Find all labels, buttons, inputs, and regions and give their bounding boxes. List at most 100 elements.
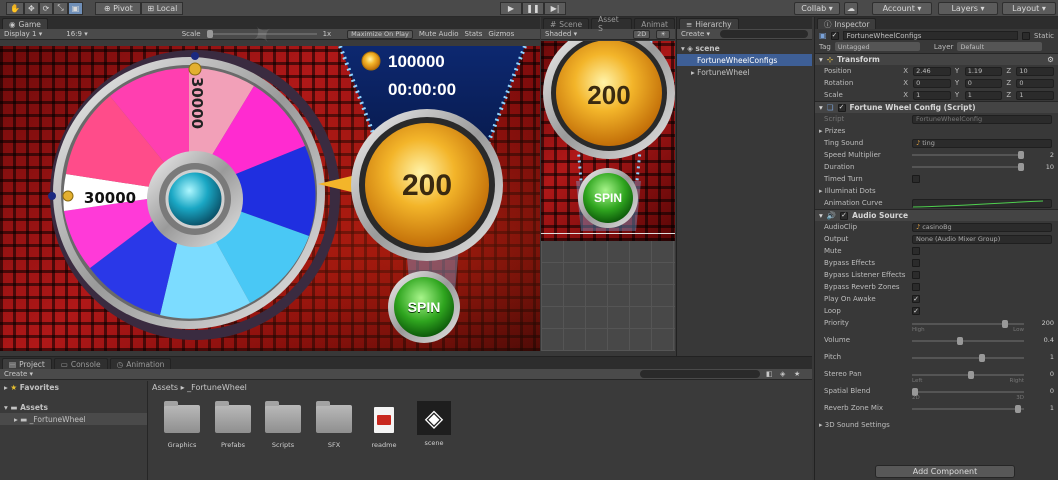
audio-slider-value[interactable]: 0 [1028,370,1054,378]
duration-value[interactable]: 10 [1028,163,1054,171]
wheel-hub-button[interactable] [165,169,225,229]
tab-animation[interactable]: ◷ Animation [109,358,172,369]
pause-icon[interactable]: ❚❚ [522,1,544,15]
account-dropdown[interactable]: Account ▾ [872,1,932,15]
display-dropdown[interactable]: Display 1 ▾ [4,30,42,38]
transform-z-field[interactable]: 1 [1016,90,1054,100]
object-name-field[interactable]: FortuneWheelConfigs [842,31,1018,40]
scale-slider[interactable] [206,30,317,38]
asset-prefabs[interactable]: Prefabs [213,401,253,457]
active-checkbox[interactable]: ✓ [830,31,839,40]
output-value-field[interactable]: None (Audio Mixer Group) [912,234,1052,244]
speed-slider-knob[interactable] [1018,151,1024,159]
rect-tool-icon[interactable]: ▣ [67,1,84,15]
tab-hierarchy[interactable]: ≡ Hierarchy [679,18,739,29]
scale-slider-knob[interactable] [206,30,213,38]
speed-slider[interactable] [912,151,1024,159]
rotate-tool-icon[interactable]: ⟳ [38,1,54,15]
hierarchy-item-scene[interactable]: ▾ ◈ scene [677,42,812,54]
layers-dropdown[interactable]: Layers ▾ [938,1,998,15]
asset-sfx[interactable]: SFX [314,401,354,457]
ting-value-field[interactable]: ♪ ting [912,138,1052,148]
audio-slider-knob[interactable] [979,354,986,362]
audio-toggle-checkbox[interactable]: ✓ [912,307,920,315]
clip-value-field[interactable]: ♪ casinoBg [912,222,1052,232]
audio-toggle-checkbox[interactable] [912,283,920,291]
hierarchy-item-configs[interactable]: FortuneWheelConfigs [677,54,812,66]
audio-enabled-checkbox[interactable]: ✓ [840,211,849,220]
layout-dropdown[interactable]: Layout ▾ [1002,1,1056,15]
maximize-on-play-button[interactable]: Maximize On Play [347,29,413,39]
audio-toggle-checkbox[interactable] [912,259,920,267]
duration-slider[interactable] [912,163,1024,171]
play-icon[interactable]: ▶ [500,1,522,15]
tab-inspector[interactable]: ⓘ Inspector [817,18,877,29]
audio-slider-value[interactable]: 1 [1028,404,1054,412]
move-tool-icon[interactable]: ✥ [23,1,39,15]
audio-toggle-checkbox[interactable] [912,247,920,255]
cloud-icon[interactable]: ☁ [844,1,858,15]
transform-x-field[interactable]: 0 [913,78,951,88]
duration-slider-knob[interactable] [1018,163,1024,171]
audio-slider[interactable] [912,388,1024,396]
audio-slider[interactable] [912,337,1024,345]
config-enabled-checkbox[interactable]: ✓ [837,103,846,112]
assets-row[interactable]: ▾ ▬ Assets [0,401,147,413]
asset-scripts[interactable]: Scripts [263,401,303,457]
2d-toggle[interactable]: 2D [633,29,651,39]
audio-slider-knob[interactable] [968,371,974,379]
pivot-button[interactable]: ⊕ Pivot [95,1,142,15]
mute-audio-button[interactable]: Mute Audio [419,30,459,38]
filter-type-icon[interactable]: ◧ [766,370,773,378]
sound-settings-field[interactable]: ▸ 3D Sound Settings [815,419,1058,431]
transform-z-field[interactable]: 0 [1016,78,1054,88]
transform-header[interactable]: ▾ ⊹ Transform ⚙ [815,53,1058,65]
audio-slider-knob[interactable] [956,337,963,345]
favorites-row[interactable]: ▸ ★ Favorites [0,381,147,393]
audio-slider-value[interactable]: 0 [1028,387,1054,395]
favorite-star-icon[interactable]: ★ [794,370,800,378]
hierarchy-item-wheel[interactable]: ▸ FortuneWheel [677,66,812,78]
tag-dropdown[interactable]: Untagged [834,42,920,51]
transform-y-field[interactable]: 1 [964,90,1003,100]
audio-header[interactable]: ▾ 🔊 ✓ Audio Source [815,209,1058,221]
static-checkbox[interactable] [1021,31,1030,40]
collab-button[interactable]: Collab ▾ [794,1,840,15]
audio-slider-value[interactable]: 0.4 [1028,336,1054,344]
asset-readme[interactable]: readme [364,405,404,457]
asset-graphics[interactable]: Graphics [162,401,202,457]
prizes-field[interactable]: ▸ Prizes [815,125,1058,137]
gizmos-button[interactable]: Gizmos [488,30,514,38]
audio-slider-knob[interactable] [1015,405,1022,413]
transform-x-field[interactable]: 1 [913,90,951,100]
stats-button[interactable]: Stats [465,30,483,38]
tab-game[interactable]: ◉ Game [2,18,48,29]
transform-z-field[interactable]: 10 [1016,66,1054,76]
filter-label-icon[interactable]: ◈ [780,370,785,378]
audio-toggle-checkbox[interactable] [912,271,920,279]
audio-slider-value[interactable]: 200 [1028,319,1054,327]
scene-view[interactable]: 200 SPIN [541,41,675,351]
shading-dropdown[interactable]: Shaded ▾ [545,30,577,38]
audio-slider[interactable] [912,405,1024,413]
transform-y-field[interactable]: 1.19 [964,66,1003,76]
lighting-icon[interactable]: ☀ [656,29,671,39]
asset-scene[interactable]: ◈ scene [414,401,454,457]
illum-field[interactable]: ▸ Illuminati Dots [815,185,1058,197]
hand-tool-icon[interactable]: ✋ [6,1,24,15]
audio-toggle-checkbox[interactable]: ✓ [912,295,920,303]
timed-checkbox[interactable] [912,175,920,183]
audio-slider[interactable] [912,354,1024,362]
transform-y-field[interactable]: 0 [964,78,1003,88]
audio-slider[interactable] [912,371,1024,379]
hierarchy-search-input[interactable] [720,30,808,38]
project-create-dropdown[interactable]: Create ▾ [4,370,33,378]
step-icon[interactable]: ▶| [544,1,566,15]
aspect-dropdown[interactable]: 16:9 ▾ [66,30,87,38]
component-menu-icon[interactable]: ⚙ [1047,55,1054,64]
local-button[interactable]: ⊞ Local [141,1,184,15]
audio-slider-knob[interactable] [1001,320,1008,328]
speed-value[interactable]: 2 [1028,151,1054,159]
curve-field-box[interactable] [912,198,1052,208]
tab-asset-store[interactable]: Asset S [591,15,633,33]
